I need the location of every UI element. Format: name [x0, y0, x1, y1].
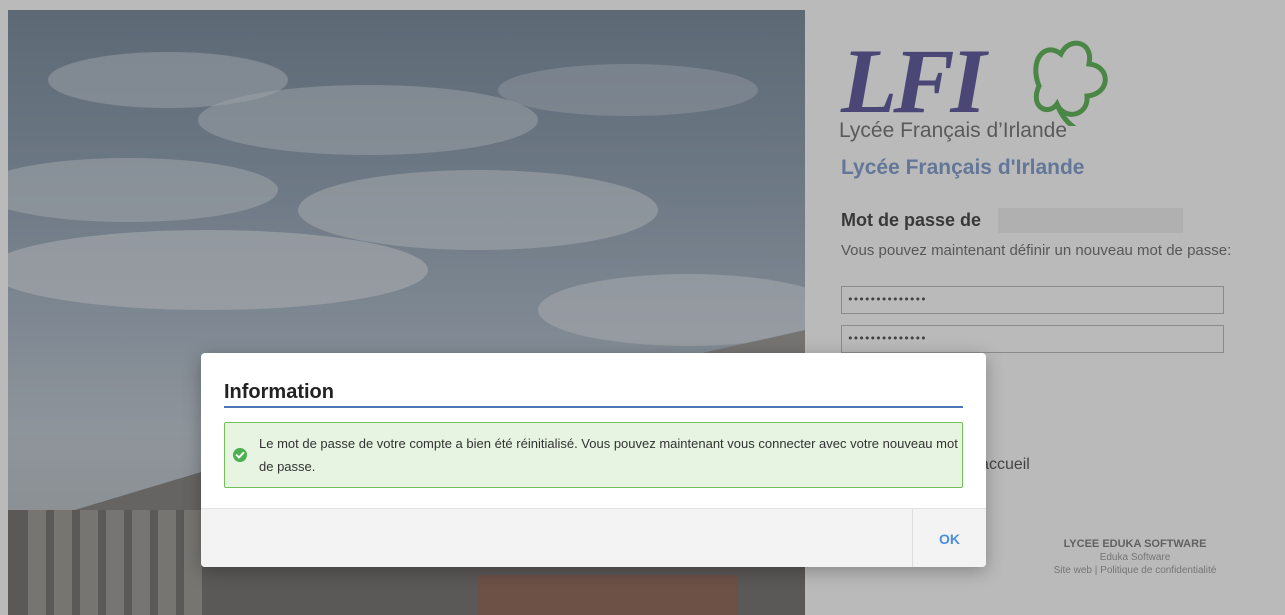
- dialog-title: Information: [224, 381, 334, 403]
- success-message: Le mot de passe de votre compte a bien é…: [259, 436, 958, 474]
- dialog-footer: OK: [201, 508, 986, 567]
- title-divider: [224, 406, 963, 408]
- ok-button[interactable]: OK: [913, 509, 986, 567]
- success-alert: Le mot de passe de votre compte a bien é…: [224, 422, 963, 488]
- information-dialog: Information Le mot de passe de votre com…: [201, 353, 986, 567]
- check-circle-icon: [233, 448, 247, 462]
